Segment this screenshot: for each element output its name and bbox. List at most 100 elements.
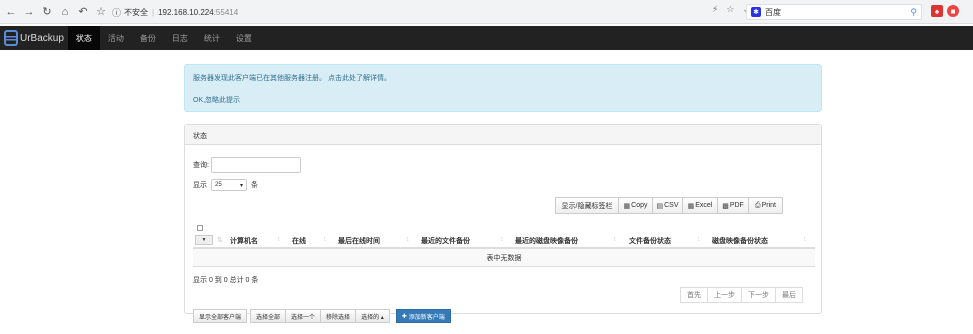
- pager-prev[interactable]: 上一步: [707, 287, 742, 303]
- selected-dropdown-button[interactable]: 选择的 ▴: [355, 309, 390, 323]
- pagination: 首先 上一步 下一步 最后: [680, 287, 803, 303]
- security-label: 不安全: [124, 7, 149, 17]
- star-icon[interactable]: ☆: [94, 5, 108, 19]
- plus-icon: ✚: [401, 313, 407, 320]
- nav-item-statistics[interactable]: 统计: [196, 26, 228, 50]
- search-engine-label: 百度: [765, 7, 781, 17]
- baidu-icon: ✱: [751, 7, 761, 17]
- nav-item-backups[interactable]: 备份: [132, 26, 164, 50]
- pdf-icon: ▩: [722, 202, 729, 210]
- nav-item-status[interactable]: 状态: [67, 26, 100, 50]
- copy-label: Copy: [631, 202, 648, 209]
- page-length-value: 25: [215, 182, 222, 188]
- sort-icon: ↕: [323, 236, 327, 243]
- browser-search-input[interactable]: ✱ 百度 ⚲: [746, 4, 922, 20]
- alert-details-link[interactable]: 点击此处了解详情。: [328, 75, 391, 82]
- sort-icon: ↕: [406, 236, 410, 243]
- show-all-clients-button[interactable]: 显示全部客户端: [193, 309, 248, 323]
- add-client-button[interactable]: ✚ 添加新客户端: [395, 309, 451, 323]
- page-length: 显示 25 ▾ 条: [193, 179, 258, 191]
- address-bar[interactable]: ⓘ 不安全 | 192.168.10.224:55414: [112, 4, 707, 20]
- print-button[interactable]: ⎙ Print: [748, 197, 783, 214]
- column-header[interactable]: 最近的文件备份: [421, 236, 470, 246]
- extension-icon[interactable]: ♠: [931, 5, 943, 17]
- column-visibility-button[interactable]: 显示/隐藏标签栏: [555, 197, 619, 214]
- pdf-button[interactable]: ▩ PDF: [717, 197, 749, 214]
- pdf-label: PDF: [729, 202, 744, 209]
- column-header[interactable]: 在线: [292, 236, 306, 246]
- brand[interactable]: UrBackup: [4, 30, 64, 46]
- table-search-input[interactable]: [210, 157, 301, 173]
- select-all-checkbox[interactable]: [197, 225, 203, 231]
- print-label: Print: [761, 202, 776, 209]
- sort-icon: ↕: [613, 236, 617, 243]
- chevron-down-icon: ▾: [239, 182, 243, 189]
- extension-2-icon[interactable]: ■: [947, 5, 959, 17]
- search-label: 查询:: [193, 162, 209, 169]
- alert-message: 服务器发现此客户端已在其他服务器注册。: [193, 75, 326, 82]
- length-suffix: 条: [251, 182, 258, 189]
- urbackup-logo-icon: [4, 30, 18, 46]
- alert-message-line: 服务器发现此客户端已在其他服务器注册。 点击此处了解详情。: [193, 73, 813, 83]
- lightning-icon[interactable]: ⚡: [712, 4, 718, 15]
- client-actions: 显示全部客户端 选择全部 选择一个 移除选择 选择的 ▴ ✚ 添加新客户端: [193, 309, 451, 323]
- status-panel: 状态 查询: 显示 25 ▾ 条 显示/隐藏标签栏 ▦ Copy ▤ CSV ▦ Ex…: [184, 124, 822, 323]
- column-header[interactable]: 计算机名: [230, 236, 258, 246]
- app-navbar: UrBackup 状态 活动 备份 日志 统计 设置: [0, 26, 973, 50]
- browser-toolbar: ← → ↻ ⌂ ↶ ☆ ⓘ 不安全 | 192.168.10.224:55414…: [0, 0, 973, 24]
- remove-selection-button[interactable]: 移除选择: [320, 309, 357, 323]
- home-icon[interactable]: ⌂: [58, 5, 72, 19]
- column-visibility-label: 显示/隐藏标签栏: [561, 202, 613, 210]
- sort-icon: ⇅: [217, 237, 223, 244]
- reload-icon[interactable]: ↻: [40, 5, 54, 19]
- column-header[interactable]: 磁盘映像备份状态: [712, 236, 768, 246]
- alert-dismiss-link[interactable]: OK,忽略此提示: [193, 95, 813, 105]
- table-header: ▼ ⇅ 计算机名 ↕ 在线 ↕ 最后在线时间 ↕ 最近的文件备份 ↕ 最近的磁盘…: [193, 233, 815, 249]
- panel-title: 状态: [185, 125, 821, 145]
- address-separator: |: [152, 7, 155, 17]
- export-buttons: 显示/隐藏标签栏 ▦ Copy ▤ CSV ▦ Excel ▩ PDF ⎙ Print: [555, 197, 783, 214]
- pager-next[interactable]: 下一步: [741, 287, 776, 303]
- csv-icon: ▤: [656, 202, 664, 210]
- column-header[interactable]: 文件备份状态: [629, 236, 671, 246]
- copy-button[interactable]: ▦ Copy: [618, 197, 653, 214]
- bookmark-star-icon[interactable]: ☆: [726, 4, 734, 15]
- forward-icon[interactable]: →: [22, 5, 36, 19]
- search-icon[interactable]: ⚲: [910, 7, 917, 18]
- clients-table: ▼ ⇅ 计算机名 ↕ 在线 ↕ 最后在线时间 ↕ 最近的文件备份 ↕ 最近的磁盘…: [193, 233, 815, 267]
- copy-icon: ▦: [623, 202, 631, 210]
- column-header[interactable]: 最后在线时间: [338, 236, 380, 246]
- nav-item-activities[interactable]: 活动: [100, 26, 132, 50]
- pager-last[interactable]: 最后: [775, 287, 803, 303]
- nav-menu: 状态 活动 备份 日志 统计 设置: [67, 26, 260, 50]
- excel-button[interactable]: ▦ Excel: [682, 197, 718, 214]
- undo-icon[interactable]: ↶: [76, 5, 90, 19]
- csv-button[interactable]: ▤ CSV: [652, 197, 683, 214]
- row-actions-dropdown[interactable]: ▼: [195, 235, 213, 245]
- select-one-button[interactable]: 选择一个: [285, 309, 322, 323]
- excel-label: Excel: [695, 202, 713, 209]
- url-port: :55414: [213, 7, 239, 17]
- back-icon[interactable]: ←: [4, 5, 18, 19]
- sort-icon: ↕: [500, 236, 504, 243]
- sort-icon: ↕: [697, 236, 701, 243]
- empty-table-text: 表中无数据: [486, 254, 522, 262]
- page-length-select[interactable]: 25 ▾: [211, 179, 247, 191]
- select-all-button[interactable]: 选择全部: [250, 309, 287, 323]
- length-prefix: 显示: [193, 182, 207, 189]
- info-alert: 服务器发现此客户端已在其他服务器注册。 点击此处了解详情。 OK,忽略此提示: [184, 64, 822, 112]
- empty-table-row: 表中无数据: [193, 249, 815, 267]
- brand-name: UrBackup: [20, 32, 64, 44]
- nav-item-settings[interactable]: 设置: [228, 26, 260, 50]
- csv-label: CSV: [664, 202, 679, 209]
- table-search: 查询:: [193, 157, 301, 173]
- browser-actions: ⚡ ☆ ⌄: [712, 4, 750, 15]
- excel-icon: ▦: [687, 202, 695, 210]
- url-host: 192.168.10.224: [158, 7, 214, 17]
- pager-first[interactable]: 首先: [680, 287, 708, 303]
- column-header[interactable]: 最近的磁盘映像备份: [515, 236, 578, 246]
- info-icon[interactable]: ⓘ: [112, 6, 121, 19]
- add-client-label: 添加新客户端: [408, 314, 445, 321]
- nav-item-logs[interactable]: 日志: [164, 26, 196, 50]
- sort-icon: ↕: [803, 236, 807, 243]
